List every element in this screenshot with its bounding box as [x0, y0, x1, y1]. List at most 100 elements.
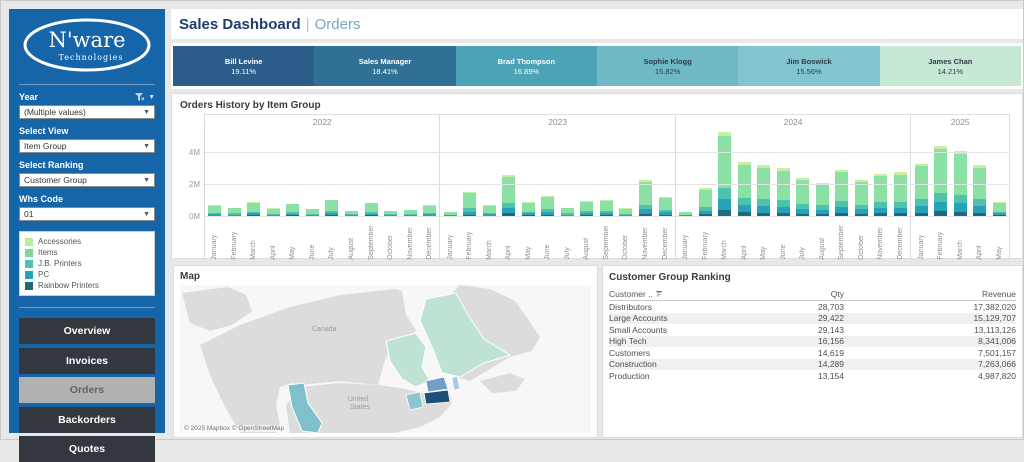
stacked-bar-november-2024[interactable] [874, 174, 887, 216]
y-axis-tick: 4M [180, 148, 200, 157]
year-label: 2023 [440, 115, 674, 129]
month-label: October [622, 219, 629, 260]
map-region-new-hampshire[interactable] [452, 376, 460, 390]
map-attribution[interactable]: © 2025 Mapbox © OpenStreetMap [182, 425, 286, 432]
customer-group-cell: Production [609, 371, 754, 381]
stacked-bar-may-2024[interactable] [757, 165, 770, 216]
sort-icon: F [656, 291, 662, 299]
stacked-bar-february-2023[interactable] [463, 192, 476, 216]
table-row[interactable]: Small Accounts29,14313,113,126 [609, 324, 1016, 336]
whs-code-select[interactable]: 01▼ [19, 207, 155, 221]
legend-label: J.B. Printers [38, 259, 82, 268]
bar-segment-items [522, 203, 535, 212]
stacked-bar-september-2024[interactable] [835, 170, 848, 216]
filter-funnel-icon[interactable] [135, 93, 145, 101]
revenue-cell: 7,501,157 [844, 348, 1016, 358]
salesperson-segment[interactable]: Brad Thompson16.89% [456, 46, 597, 86]
legend-swatch [25, 260, 33, 268]
orders-history-panel: Orders History by Item Group 2022January… [171, 93, 1023, 259]
month-label: February [231, 219, 238, 260]
year-select[interactable]: (Multiple values)▼ [19, 105, 155, 119]
salesperson-name: Bill Levine [225, 57, 263, 67]
table-row[interactable]: Customers14,6197,501,157 [609, 347, 1016, 359]
month-label: August [583, 219, 590, 260]
stacked-bar-january-2022[interactable] [208, 205, 221, 216]
stacked-bar-may-2025[interactable] [993, 202, 1006, 216]
salesperson-segment[interactable]: Sophie Klogg15.82% [597, 46, 738, 86]
stacked-bar-august-2023[interactable] [580, 201, 593, 216]
salesperson-segment[interactable]: Bill Levine19.11% [173, 46, 314, 86]
column-revenue[interactable]: Revenue [844, 289, 1016, 299]
legend-item[interactable]: Items [25, 247, 149, 258]
filter-select-view: Select View Item Group▼ [19, 126, 155, 153]
salesperson-segment[interactable]: James Chan14.21% [880, 46, 1021, 86]
page-title: Sales Dashboard [179, 16, 301, 33]
stacked-bar-december-2023[interactable] [659, 197, 672, 216]
stacked-bar-may-2022[interactable] [286, 204, 299, 217]
legend-item[interactable]: PC [25, 269, 149, 280]
stacked-bar-july-2023[interactable] [561, 208, 574, 217]
table-row[interactable]: Large Accounts29,42215,129,707 [609, 313, 1016, 325]
bar-segment-items [835, 172, 848, 201]
stacked-bar-july-2022[interactable] [325, 200, 338, 217]
chevron-down-icon[interactable]: ▼ [148, 94, 155, 101]
stacked-bar-april-2023[interactable] [502, 175, 515, 217]
stacked-bar-december-2024[interactable] [894, 172, 907, 216]
bar-segment-items [659, 198, 672, 210]
salesperson-segment[interactable]: Sales Manager18.41% [314, 46, 455, 86]
nav-button-invoices[interactable]: Invoices [19, 348, 155, 374]
stacked-bar-june-2024[interactable] [777, 168, 790, 216]
stacked-bar-september-2022[interactable] [365, 203, 378, 217]
stacked-bar-october-2024[interactable] [855, 180, 868, 216]
bar-segment-j-b-printers [915, 199, 928, 206]
salesperson-segment[interactable]: Jim Boswick15.56% [738, 46, 879, 86]
table-row[interactable]: Production13,1544,987,820 [609, 370, 1016, 382]
select-view-select[interactable]: Item Group▼ [19, 139, 155, 153]
nav-button-orders[interactable]: Orders [19, 377, 155, 403]
qty-cell: 13,154 [754, 371, 844, 381]
legend-item[interactable]: Rainbow Printers [25, 280, 149, 291]
bar-segment-items [934, 149, 947, 193]
bar-segment-j-b-printers [934, 193, 947, 202]
bar-segment-items [502, 177, 515, 203]
bar-segment-j-b-printers [718, 188, 731, 199]
select-ranking-select[interactable]: Customer Group▼ [19, 173, 155, 187]
table-row[interactable]: Distributors28,70317,382,020 [609, 301, 1016, 313]
nav-button-backorders[interactable]: Backorders [19, 407, 155, 433]
map-panel: Map Canada United [173, 265, 598, 438]
stacked-bar-march-2024[interactable] [718, 132, 731, 217]
stacked-bar-february-2025[interactable] [934, 146, 947, 216]
month-label: April [976, 219, 983, 260]
bar-segment-items [639, 182, 652, 204]
stacked-bar-november-2023[interactable] [639, 180, 652, 216]
stacked-bar-april-2025[interactable] [973, 165, 986, 216]
stacked-bar-february-2022[interactable] [228, 208, 241, 217]
stacked-bar-june-2023[interactable] [541, 196, 554, 217]
chevron-down-icon: ▼ [143, 211, 150, 218]
column-customer[interactable]: Customer ..F [609, 289, 754, 299]
table-row[interactable]: Construction14,2897,263,066 [609, 359, 1016, 371]
stacked-bar-december-2022[interactable] [423, 205, 436, 216]
stacked-bar-march-2022[interactable] [247, 202, 260, 216]
map-canvas[interactable]: Canada United States © 2025 Mapbox © Ope… [180, 285, 591, 433]
stacked-bar-august-2024[interactable] [816, 183, 829, 217]
bar-segment-items [874, 176, 887, 202]
table-row[interactable]: High Tech16,1568,341,006 [609, 336, 1016, 348]
stacked-bar-january-2025[interactable] [915, 164, 928, 217]
column-qty[interactable]: Qty [754, 289, 844, 299]
month-label: June [780, 219, 787, 260]
stacked-bar-september-2023[interactable] [600, 200, 613, 216]
chart-title: Orders History by Item Group [180, 100, 1014, 111]
stacked-bar-february-2024[interactable] [699, 188, 712, 216]
month-label: March [250, 219, 257, 260]
legend-item[interactable]: Accessories [25, 236, 149, 247]
stacked-bar-may-2023[interactable] [522, 202, 535, 216]
legend-item[interactable]: J.B. Printers [25, 258, 149, 269]
stacked-bar-march-2023[interactable] [483, 205, 496, 216]
map-region-ontario[interactable] [386, 333, 430, 387]
stacked-bar-april-2024[interactable] [738, 162, 751, 216]
month-label: February [937, 219, 944, 260]
nav-button-overview[interactable]: Overview [19, 318, 155, 344]
bar-segment-items [600, 201, 613, 211]
bar-segment-items [325, 200, 338, 210]
